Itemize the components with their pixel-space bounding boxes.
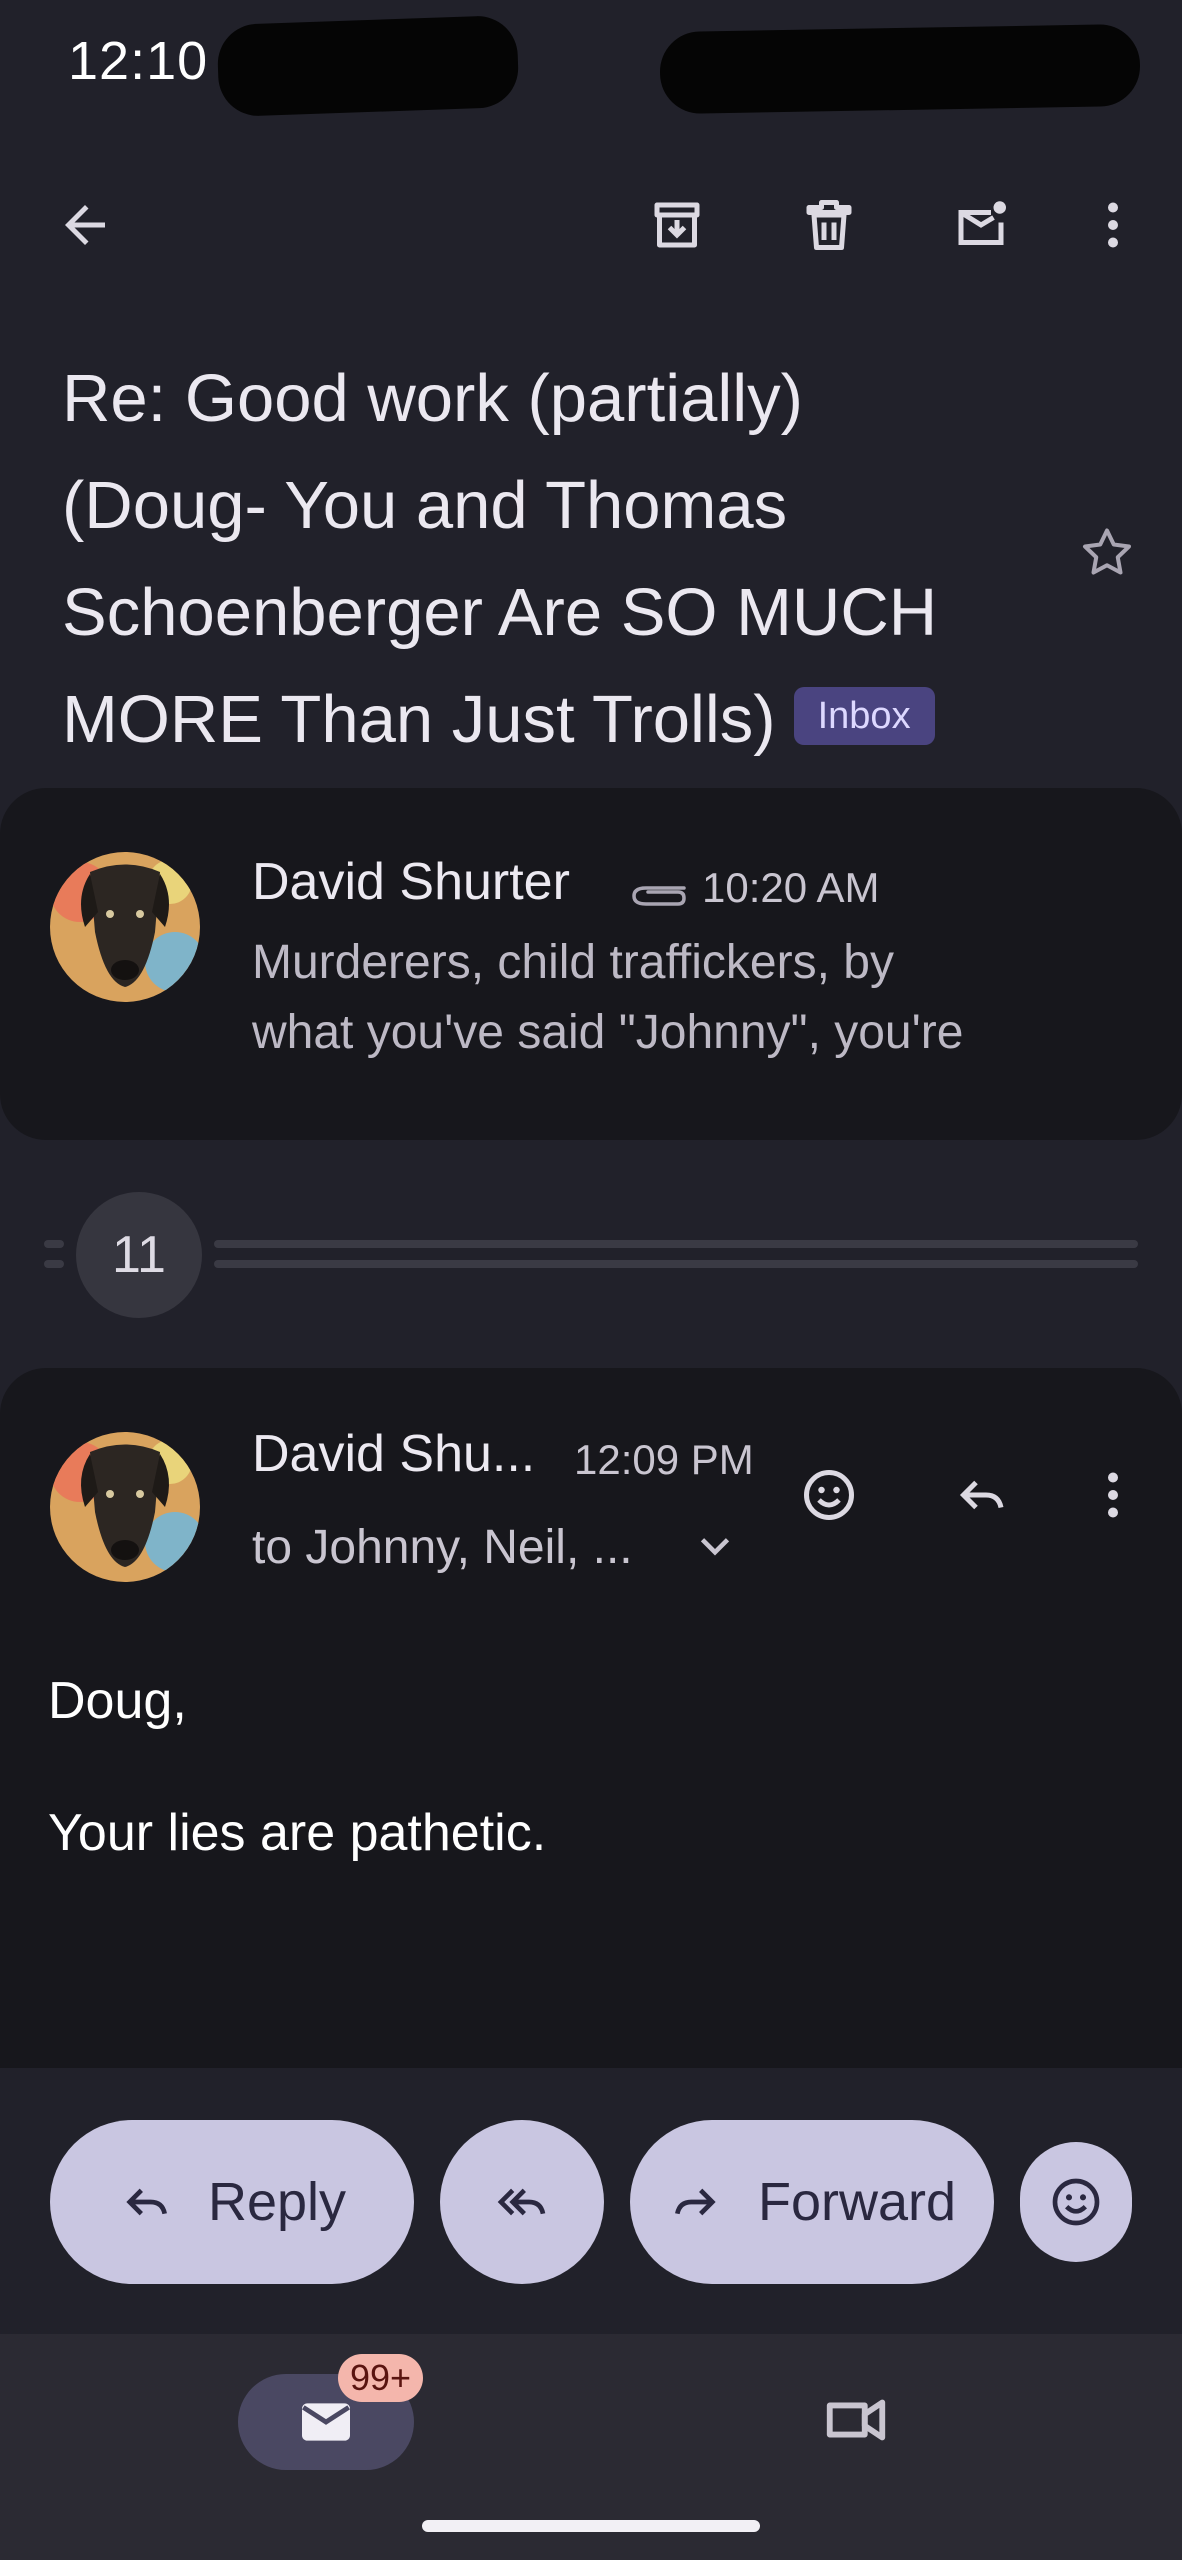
body-paragraph: Your lies are pathetic. <box>48 1804 547 1862</box>
reply-button[interactable] <box>936 1450 1026 1540</box>
mark-unread-button[interactable] <box>936 180 1026 270</box>
forward-button[interactable]: Forward <box>630 2120 994 2284</box>
more-vert-icon <box>1108 1472 1118 1518</box>
paperclip-icon <box>632 886 686 906</box>
mail-icon <box>302 2403 350 2441</box>
reply-pill-button[interactable]: Reply <box>50 2120 414 2284</box>
divider-line <box>214 1240 1138 1248</box>
forward-icon <box>675 2188 716 2216</box>
reply-icon <box>126 2188 167 2216</box>
sender-name: David Shurter <box>252 853 570 911</box>
subject-line: Re: Good work (partially) <box>62 361 803 436</box>
avatar[interactable] <box>50 1432 200 1582</box>
snippet-line: Murderers, child traffickers, by <box>252 936 894 989</box>
hidden-messages-row[interactable]: 11 <box>0 1190 1182 1320</box>
star-outline-icon <box>1083 528 1131 575</box>
message-more-button[interactable] <box>1068 1450 1158 1540</box>
home-indicator[interactable] <box>422 2520 760 2532</box>
body-paragraph: Doug, <box>48 1672 187 1730</box>
inbox-label-chip[interactable]: Inbox <box>793 687 935 745</box>
subject-line-text: MORE Than Just Trolls) <box>62 682 776 757</box>
delete-icon <box>806 200 852 250</box>
top-app-bar <box>0 160 1182 280</box>
reply-all-icon <box>497 2188 546 2216</box>
reply-all-button[interactable] <box>440 2120 604 2284</box>
message-time: 10:20 AM <box>702 864 880 911</box>
unread-count-badge: 99+ <box>338 2354 424 2402</box>
hidden-messages-count[interactable]: 11 <box>76 1192 202 1318</box>
videocam-icon <box>826 2399 886 2441</box>
delete-button[interactable] <box>784 180 874 270</box>
bottom-navigation: 99+ <box>0 2334 1182 2560</box>
add-reaction-button[interactable] <box>784 1450 874 1540</box>
meet-tab[interactable] <box>818 2382 894 2458</box>
mark-unread-icon <box>958 201 1006 245</box>
reply-label: Reply <box>207 2172 347 2232</box>
archive-button[interactable] <box>632 180 722 270</box>
back-button[interactable] <box>40 180 130 270</box>
dog-avatar-icon <box>50 852 200 1002</box>
message-actions-bar: Reply Forward <box>0 2068 1182 2332</box>
avatar[interactable] <box>50 852 200 1002</box>
subject-line: Schoenberger Are SO MUCH <box>62 575 938 650</box>
star-button[interactable] <box>1062 508 1152 598</box>
archive-icon <box>654 202 700 248</box>
dog-avatar-icon <box>50 1432 200 1582</box>
collapsed-message-card[interactable]: David Shurter 10:20 AM Murderers, child … <box>0 788 1182 1140</box>
subject-line: (Doug- You and Thomas <box>62 468 788 543</box>
divider-line <box>44 1260 64 1268</box>
status-time: 12:10 <box>68 31 209 91</box>
divider-line <box>214 1260 1138 1268</box>
snippet-line: what you've said "Johnny", you're <box>252 1006 964 1059</box>
redaction-mark <box>216 14 520 118</box>
recipients-summary[interactable]: to Johnny, Neil, ... <box>252 1520 633 1575</box>
chevron-down-icon[interactable] <box>690 1518 740 1574</box>
arrow-back-icon <box>65 205 105 245</box>
forward-label: Forward <box>757 2172 957 2232</box>
react-emoji-button[interactable] <box>1020 2142 1132 2262</box>
divider-line <box>44 1240 64 1248</box>
add-reaction-icon <box>804 1470 854 1520</box>
message-time: 12:09 PM <box>574 1436 754 1483</box>
email-thread-screen: 12:10 Re: Good work (partially) (Doug- Y… <box>0 0 1182 2560</box>
more-vert-icon <box>1108 202 1118 248</box>
more-options-button[interactable] <box>1068 180 1158 270</box>
expanded-message-card: David Shu... 12:09 PM to Johnny, Neil, .… <box>0 1368 1182 2068</box>
redaction-mark <box>659 23 1141 115</box>
reply-icon <box>959 1480 1004 1510</box>
add-reaction-icon <box>1052 2178 1100 2226</box>
message-snippet: Murderers, child traffickers, by what yo… <box>252 928 1112 1068</box>
status-bar: 12:10 <box>0 0 1182 120</box>
sender-name: David Shu... <box>252 1425 536 1483</box>
message-body: Doug, Your lies are pathetic. <box>48 1668 546 1932</box>
subject-line-last: MORE Than Just Trolls) Inbox <box>62 666 1062 773</box>
email-subject: Re: Good work (partially) (Doug- You and… <box>62 345 1062 773</box>
